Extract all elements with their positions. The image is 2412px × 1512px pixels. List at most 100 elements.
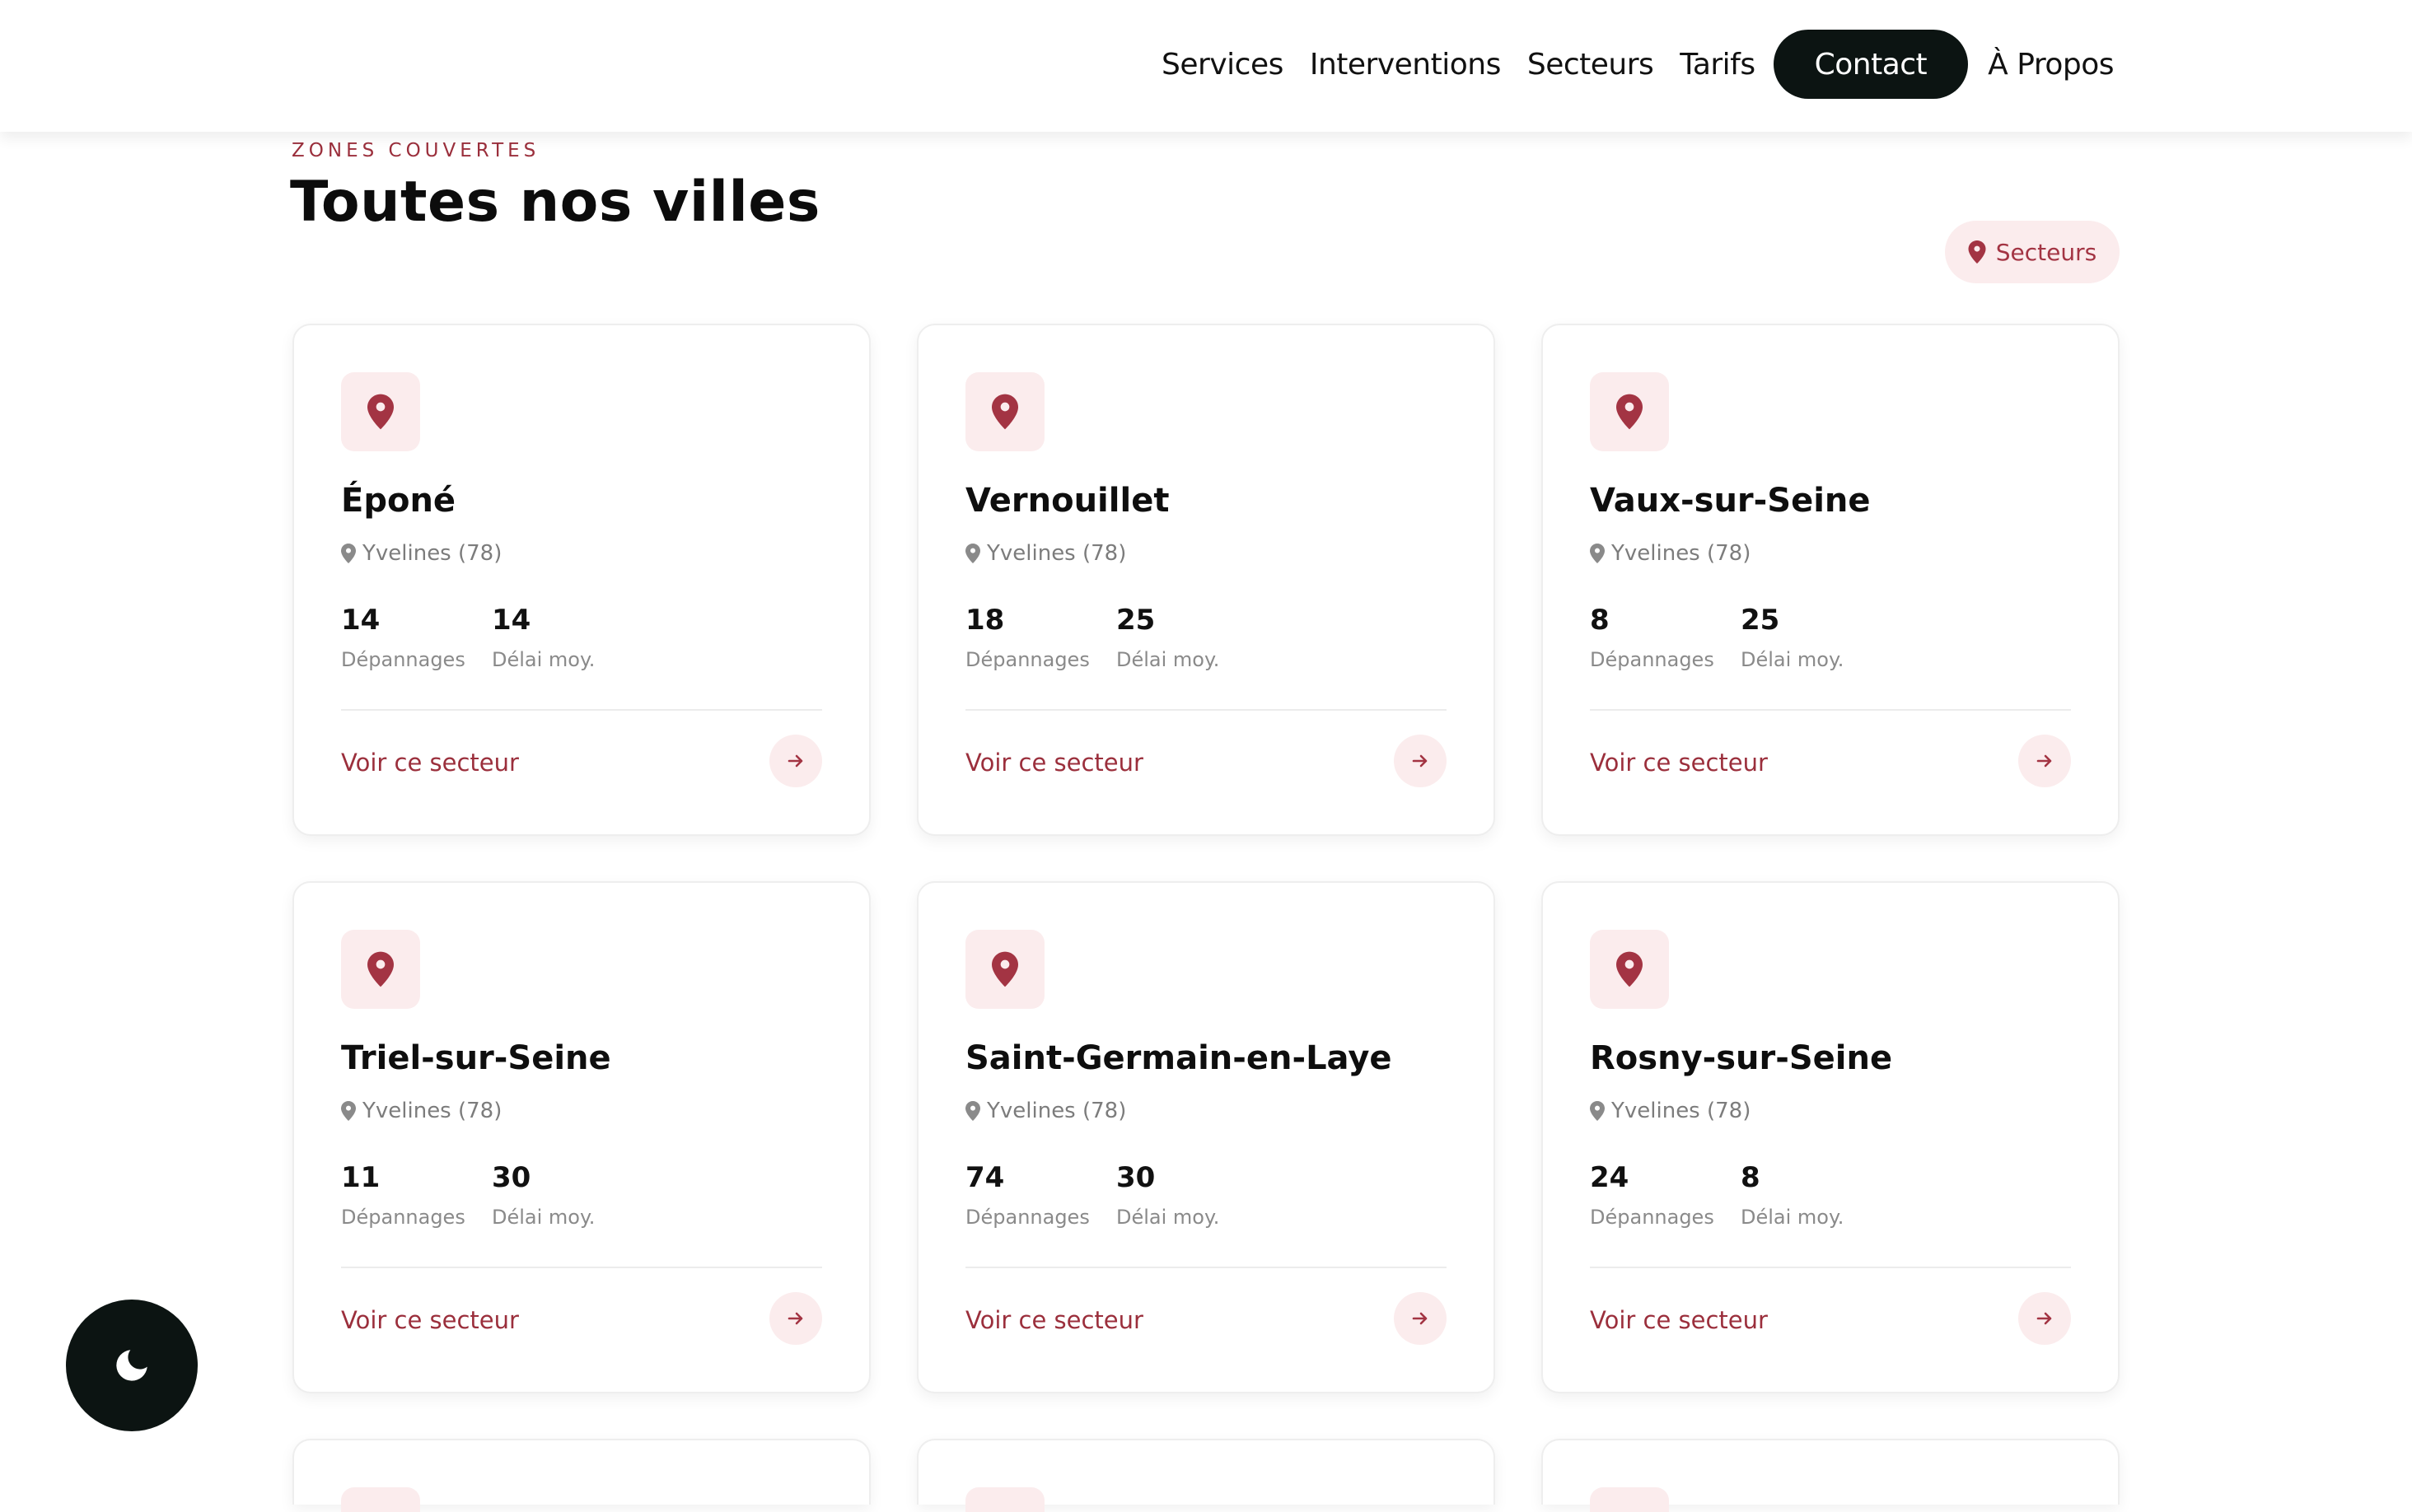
delai-label: Délai moy.	[1116, 1206, 1220, 1229]
card-divider	[341, 709, 822, 711]
city-name: Saint-Germain-en-Laye	[965, 1039, 1392, 1077]
map-pin-icon	[992, 951, 1018, 987]
map-pin-icon	[341, 544, 356, 563]
delai-value: 30	[492, 1161, 531, 1194]
map-pin-icon	[1968, 240, 1986, 264]
card-icon-badge	[965, 372, 1045, 451]
map-pin-icon	[367, 951, 394, 987]
delai-value: 25	[1116, 604, 1156, 637]
arrow-right-icon	[1412, 754, 1428, 768]
card-icon-badge	[341, 930, 420, 1009]
depannages-count: 14	[341, 604, 381, 637]
voir-secteur-link[interactable]: Voir ce secteur	[965, 1306, 1143, 1334]
secteurs-filter-button[interactable]: Secteurs	[1945, 221, 2120, 283]
city-region: Yvelines (78)	[341, 1099, 502, 1123]
nav-tarifs[interactable]: Tarifs	[1680, 48, 1755, 82]
region-label: Yvelines (78)	[1611, 541, 1751, 566]
card-divider	[1590, 709, 2071, 711]
arrow-right-icon	[2036, 1312, 2052, 1325]
city-card[interactable]: Vernouillet Yvelines (78) 18 Dépannages 25 Dé…	[917, 324, 1495, 836]
map-pin-icon	[1616, 394, 1643, 430]
voir-secteur-link[interactable]: Voir ce secteur	[1590, 749, 1768, 777]
depannages-label: Dépannages	[341, 1206, 465, 1229]
voir-secteur-link[interactable]: Voir ce secteur	[341, 1306, 519, 1334]
city-card-partial[interactable]	[292, 1439, 871, 1512]
city-name: Vernouillet	[965, 482, 1170, 520]
delai-label: Délai moy.	[492, 1206, 596, 1229]
city-card[interactable]: Rosny-sur-Seine Yvelines (78) 24 Dépannages…	[1541, 881, 2120, 1393]
card-divider	[965, 1267, 1447, 1268]
map-pin-icon	[965, 1101, 980, 1121]
city-card[interactable]: Époné Yvelines (78) 14 Dépannages 14 Délai mo…	[292, 324, 871, 836]
city-name: Triel-sur-Seine	[341, 1039, 611, 1077]
nav-services[interactable]: Services	[1162, 48, 1283, 82]
delai-value: 30	[1116, 1161, 1156, 1194]
region-label: Yvelines (78)	[362, 541, 502, 566]
city-card[interactable]: Vaux-sur-Seine Yvelines (78) 8 Dépannages 25…	[1541, 324, 2120, 836]
dark-mode-toggle[interactable]	[66, 1300, 198, 1431]
arrow-right-icon	[788, 754, 803, 768]
depannages-label: Dépannages	[1590, 648, 1714, 671]
delai-label: Délai moy.	[1741, 648, 1844, 671]
voir-secteur-link[interactable]: Voir ce secteur	[1590, 1306, 1768, 1334]
city-name: Vaux-sur-Seine	[1590, 482, 1871, 520]
map-pin-icon	[341, 1101, 356, 1121]
delai-value: 25	[1741, 604, 1780, 637]
arrow-button[interactable]	[769, 735, 822, 787]
map-pin-icon	[1590, 544, 1605, 563]
arrow-right-icon	[2036, 754, 2052, 768]
city-region: Yvelines (78)	[965, 1099, 1126, 1123]
main-nav: Services Interventions Secteurs Tarifs C…	[1162, 30, 2114, 99]
contact-button[interactable]: Contact	[1773, 30, 1969, 99]
depannages-count: 74	[965, 1161, 1005, 1194]
city-card[interactable]: Triel-sur-Seine Yvelines (78) 11 Dépannages…	[292, 881, 871, 1393]
depannages-count: 8	[1590, 604, 1610, 637]
depannages-count: 18	[965, 604, 1005, 637]
moon-icon	[116, 1350, 147, 1381]
city-region: Yvelines (78)	[341, 541, 502, 566]
depannages-count: 24	[1590, 1161, 1629, 1194]
city-region: Yvelines (78)	[1590, 541, 1751, 566]
city-card-partial[interactable]	[1541, 1439, 2120, 1512]
secteurs-filter-label: Secteurs	[1995, 238, 2097, 266]
depannages-label: Dépannages	[1590, 1206, 1714, 1229]
delai-label: Délai moy.	[1741, 1206, 1844, 1229]
delai-value: 8	[1741, 1161, 1760, 1194]
card-divider	[1590, 1267, 2071, 1268]
card-icon-badge	[1590, 372, 1669, 451]
arrow-button[interactable]	[769, 1292, 822, 1345]
card-icon-badge	[1590, 1487, 1669, 1512]
region-label: Yvelines (78)	[362, 1099, 502, 1123]
map-pin-icon	[1616, 951, 1643, 987]
card-icon-badge	[965, 930, 1045, 1009]
depannages-label: Dépannages	[341, 648, 465, 671]
arrow-button[interactable]	[2018, 1292, 2071, 1345]
city-name: Rosny-sur-Seine	[1590, 1039, 1893, 1077]
card-icon-badge	[341, 1487, 420, 1512]
arrow-button[interactable]	[2018, 735, 2071, 787]
region-label: Yvelines (78)	[987, 541, 1127, 566]
city-card[interactable]: Saint-Germain-en-Laye Yvelines (78) 74 Dépa…	[917, 881, 1495, 1393]
region-label: Yvelines (78)	[1611, 1099, 1751, 1123]
card-icon-badge	[341, 372, 420, 451]
nav-a-propos[interactable]: À Propos	[1988, 48, 2114, 82]
voir-secteur-link[interactable]: Voir ce secteur	[341, 749, 519, 777]
arrow-right-icon	[788, 1312, 803, 1325]
map-pin-icon	[367, 394, 394, 430]
map-pin-icon	[1590, 1101, 1605, 1121]
arrow-right-icon	[1412, 1312, 1428, 1325]
depannages-label: Dépannages	[965, 1206, 1090, 1229]
depannages-label: Dépannages	[965, 648, 1090, 671]
voir-secteur-link[interactable]: Voir ce secteur	[965, 749, 1143, 777]
nav-secteurs[interactable]: Secteurs	[1527, 48, 1654, 82]
nav-interventions[interactable]: Interventions	[1310, 48, 1501, 82]
site-header: Services Interventions Secteurs Tarifs C…	[0, 0, 2412, 132]
arrow-button[interactable]	[1394, 1292, 1447, 1345]
arrow-button[interactable]	[1394, 735, 1447, 787]
city-region: Yvelines (78)	[1590, 1099, 1751, 1123]
delai-value: 14	[492, 604, 531, 637]
page-title: Toutes nos villes	[290, 170, 820, 235]
region-label: Yvelines (78)	[987, 1099, 1127, 1123]
city-name: Époné	[341, 482, 456, 520]
city-card-partial[interactable]	[917, 1439, 1495, 1512]
